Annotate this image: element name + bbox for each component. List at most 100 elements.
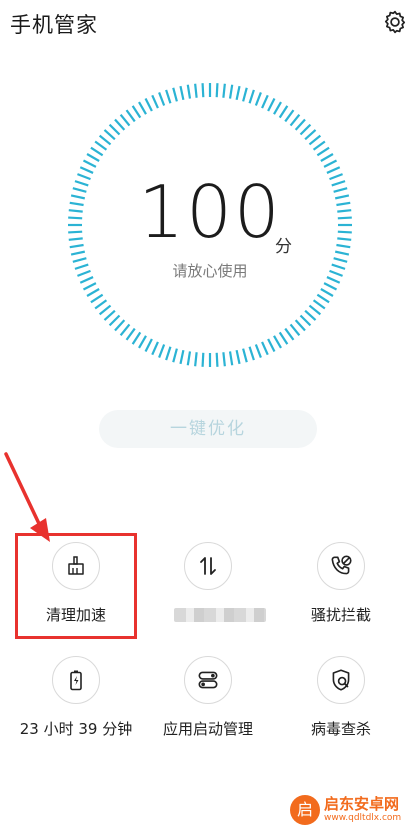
obscured-label <box>174 608 266 622</box>
call-block-icon <box>317 542 365 590</box>
optimize-button[interactable]: 一键优化 <box>99 410 317 448</box>
gauge-tick <box>267 97 276 112</box>
gauge-tick <box>151 94 159 109</box>
gauge-tick <box>179 85 185 101</box>
gauge-tick <box>172 87 178 102</box>
watermark-name: 启东安卓网 <box>324 795 400 813</box>
data-transfer-icon <box>184 542 232 590</box>
gauge-tick <box>261 341 269 356</box>
gauge-tick <box>70 250 86 256</box>
gauge-tick <box>201 83 205 98</box>
gauge-tick <box>98 134 112 146</box>
gauge-tick <box>138 101 147 115</box>
gauge-tick <box>186 351 192 366</box>
gauge-tick <box>172 348 178 363</box>
gauge-tick <box>254 344 262 358</box>
gauge-tick <box>299 314 312 327</box>
gauge-tick <box>304 129 317 141</box>
gauge-tick <box>158 344 166 358</box>
gauge-tick <box>312 140 326 151</box>
gauge-tick <box>165 89 172 104</box>
gauge-tick <box>320 153 334 162</box>
gauge-tick <box>194 352 198 367</box>
gauge-tick <box>334 250 350 256</box>
gauge-tick <box>215 83 219 98</box>
gauge-tick <box>108 123 121 136</box>
tile-virus-scan[interactable]: 病毒查杀 <box>276 656 406 766</box>
gauge-tick <box>308 134 322 146</box>
gauge-tick <box>273 335 282 349</box>
score-status: 请放心使用 <box>172 262 248 280</box>
gauge-tick <box>151 341 159 356</box>
gauge-tick <box>248 346 255 361</box>
tile-label: 骚扰拦截 <box>310 606 371 624</box>
score-gauge: 100 分 请放心使用 <box>65 80 355 370</box>
gauge-tick <box>94 140 108 151</box>
app-launch-icon <box>184 656 232 704</box>
gauge-tick <box>215 352 219 367</box>
gauge-tick <box>254 92 262 106</box>
gauge-tick <box>165 346 172 361</box>
tile-call-block[interactable]: 骚扰拦截 <box>276 542 406 652</box>
gauge-tick <box>304 309 317 321</box>
gauge-tick <box>158 92 166 106</box>
gauge-tick <box>125 327 136 341</box>
watermark: 启 启东安卓网 www.qdltdlx.com <box>290 794 420 826</box>
gauge-tick <box>294 118 306 131</box>
tile-app-launch[interactable]: 应用启动管理 <box>143 656 273 766</box>
gauge-tick <box>242 348 248 363</box>
gauge-tick <box>289 323 301 337</box>
gauge-tick <box>90 146 104 157</box>
gear-icon <box>384 10 406 34</box>
gauge-tick <box>186 84 192 99</box>
score-value: 100 <box>138 170 282 254</box>
gauge-tick <box>278 331 289 345</box>
gauge-tick <box>144 338 153 353</box>
gauge-tick <box>131 105 142 119</box>
tile-label: 23 小时 39 分钟 <box>19 720 133 738</box>
gauge-tick <box>82 282 97 291</box>
gauge-tick <box>273 101 282 115</box>
gauge-tick <box>222 83 226 98</box>
gauge-tick <box>90 293 104 304</box>
gauge-tick <box>82 159 97 168</box>
gauge-tick <box>267 338 276 353</box>
gauge-tick <box>108 314 121 327</box>
gauge-tick <box>312 299 326 310</box>
gauge-tick <box>235 85 241 101</box>
score-unit: 分 <box>275 237 292 257</box>
annotation-arrow <box>4 452 50 542</box>
gauge-tick <box>248 89 255 104</box>
gauge-tick <box>323 159 338 168</box>
tile-label: 病毒查杀 <box>310 720 371 738</box>
gauge-tick <box>194 83 198 98</box>
gauge-tick <box>323 282 338 291</box>
gauge-tick <box>320 288 334 297</box>
watermark-logo: 启 <box>290 795 320 825</box>
gauge-tick <box>131 331 142 345</box>
gauge-tick <box>228 351 234 366</box>
score-display: 100 <box>65 172 355 252</box>
gauge-tick <box>228 84 234 99</box>
gauge-tick <box>119 113 131 127</box>
gauge-tick <box>299 123 312 136</box>
tile-label: 应用启动管理 <box>162 720 253 738</box>
tile-battery[interactable]: 23 小时 39 分钟 <box>11 656 141 766</box>
settings-button[interactable] <box>380 7 410 37</box>
highlight-box <box>15 533 137 639</box>
tile-data-usage[interactable] <box>143 542 273 652</box>
watermark-url: www.qdltdlx.com <box>324 813 402 823</box>
gauge-tick <box>235 349 241 365</box>
gauge-tick <box>103 129 116 141</box>
gauge-tick <box>289 113 301 127</box>
app-header: 手机管家 <box>0 0 420 48</box>
virus-scan-icon <box>317 656 365 704</box>
gauge-tick <box>138 335 147 349</box>
gauge-tick <box>144 97 153 112</box>
gauge-tick <box>222 352 226 367</box>
gauge-tick <box>316 293 330 304</box>
gauge-tick <box>242 87 248 102</box>
page-title: 手机管家 <box>10 13 98 37</box>
gauge-tick <box>119 323 131 337</box>
battery-icon <box>52 656 100 704</box>
